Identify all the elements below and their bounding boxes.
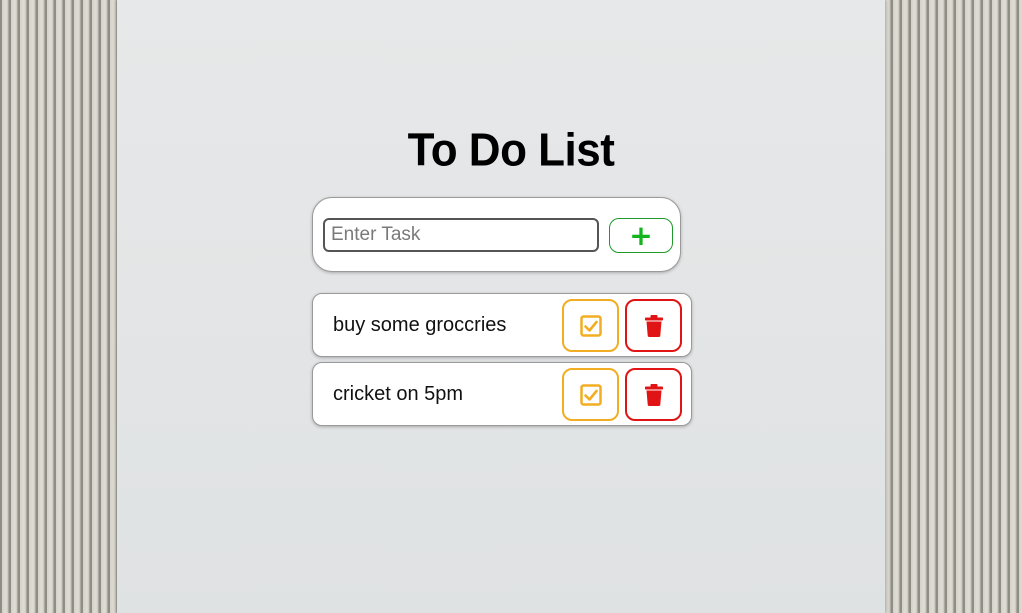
task-item: cricket on 5pm (312, 362, 692, 426)
complete-task-button[interactable] (562, 299, 619, 352)
check-square-icon (579, 383, 602, 406)
page-title: To Do List (407, 124, 615, 177)
task-item: buy some groccries (312, 293, 692, 357)
delete-task-button[interactable] (625, 368, 682, 421)
complete-task-button[interactable] (562, 368, 619, 421)
add-task-button[interactable]: + (609, 218, 673, 253)
task-input[interactable] (323, 218, 599, 252)
plus-icon: + (629, 219, 653, 252)
trash-icon (644, 314, 663, 337)
trash-icon (644, 383, 663, 406)
task-text: cricket on 5pm (333, 383, 464, 405)
task-text: buy some groccries (333, 314, 507, 336)
delete-task-button[interactable] (625, 299, 682, 352)
task-input-card: + (312, 197, 681, 272)
check-square-icon (579, 314, 602, 337)
